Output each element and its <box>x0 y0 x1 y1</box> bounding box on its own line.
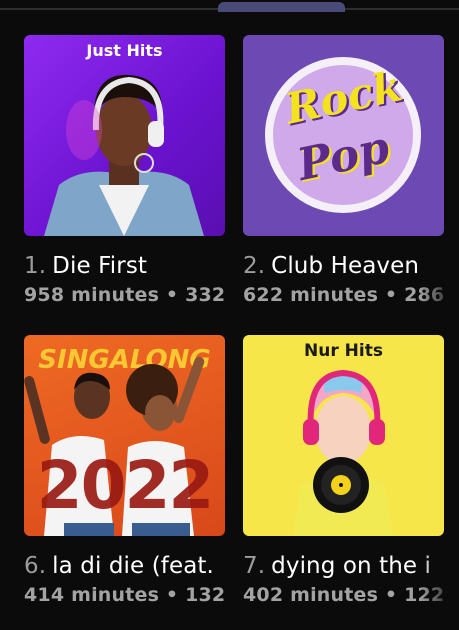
playlist-title-text: Die First <box>52 253 148 279</box>
drag-handle[interactable] <box>218 2 345 12</box>
cover-year: 2022 <box>36 447 215 524</box>
playlist-meta: 402 minutes • 122 <box>243 584 444 606</box>
playlist-title-text: dying on the i <box>271 553 432 579</box>
playlist-cover-4[interactable]: Nur Hits <box>243 335 444 536</box>
playlist-title[interactable]: 7. dying on the i <box>243 553 444 579</box>
playlist-title-text: Club Heaven <box>271 253 420 279</box>
woman-with-headphones-image <box>44 74 204 236</box>
playlist-meta: 622 minutes • 286 <box>243 284 444 306</box>
playlist-title-text: la di die (feat. <box>52 553 214 579</box>
playlist-number: 1. <box>24 253 47 279</box>
playlist-title[interactable]: 6. la di die (feat. <box>24 553 225 579</box>
playlist-number: 6. <box>24 553 47 579</box>
playlist-title[interactable]: 1. Die First <box>24 253 225 279</box>
playlist-title[interactable]: 2. Club Heaven <box>243 253 444 279</box>
playlist-meta: 958 minutes • 332 <box>24 284 225 306</box>
playlist-card-4[interactable]: Nur Hits 7. dying on the i 402 minutes • … <box>243 335 444 606</box>
playlist-number: 7. <box>243 553 266 579</box>
playlist-number: 2. <box>243 253 266 279</box>
playlist-card-3[interactable]: SINGALONG 2022 6. la di die (feat. 414 mi… <box>24 335 225 606</box>
playlist-cover-2[interactable]: Rock Pop <box>243 35 444 236</box>
playlist-cover-1[interactable]: Just Hits <box>24 35 225 236</box>
playlist-card-2[interactable]: Rock Pop 2. Club Heaven 622 minutes • 286 <box>243 35 444 306</box>
playlist-card-1[interactable]: Just Hits 1. Die First 958 minutes • 332 <box>24 35 225 306</box>
woman-with-record-image <box>293 369 393 536</box>
playlist-meta: 414 minutes • 132 <box>24 584 225 606</box>
playlist-cover-3[interactable]: SINGALONG 2022 <box>24 335 225 536</box>
